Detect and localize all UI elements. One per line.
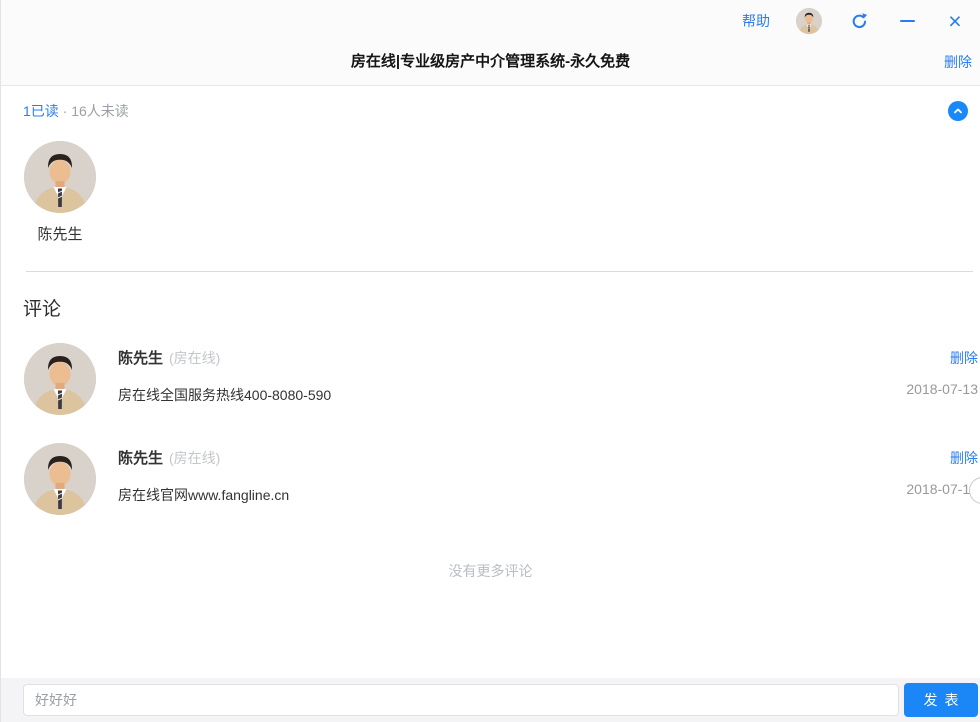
commenter-avatar[interactable]: [24, 443, 96, 515]
commenter-org: (房在线): [169, 350, 221, 366]
comment-text: 房在线全国服务热线400-8080-590: [118, 387, 332, 403]
no-more-comments-text: 没有更多评论: [448, 563, 533, 579]
user-avatar-image: [24, 443, 96, 515]
comment-item: 陈先生 (房在线) 房在线官网www.fangline.cn 删除 2018-07…: [24, 443, 980, 543]
delete-announcement-link[interactable]: 删除: [944, 42, 972, 82]
commenter-avatar[interactable]: [24, 343, 96, 415]
minimize-button[interactable]: [896, 10, 918, 32]
user-avatar-image: [24, 343, 96, 415]
titlebar-user-avatar[interactable]: [796, 8, 822, 34]
comment-date: 2018-07-13: [906, 381, 978, 397]
reader-avatar: [24, 141, 96, 213]
user-avatar-image: [796, 8, 822, 34]
titlebar-title-row: 房在线|专业级房产中介管理系统-永久免费 删除: [1, 42, 980, 85]
submit-comment-button[interactable]: 发表: [904, 683, 978, 717]
titlebar-controls-row: 帮助 ×: [1, 0, 980, 42]
close-button[interactable]: ×: [944, 8, 966, 34]
minimize-icon: [899, 19, 915, 23]
refresh-button[interactable]: [848, 10, 870, 32]
read-status-row: 1已读 · 16人未读: [1, 86, 980, 136]
comment-body: 陈先生 (房在线) 房在线全国服务热线400-8080-590: [118, 347, 860, 405]
user-avatar-image: [24, 141, 96, 213]
section-divider: [26, 271, 973, 272]
commenter-name-text: 陈先生: [118, 350, 164, 367]
announcement-window: 帮助 × 房在线|专业级房产中介管理系统-永久免费 删除 1已读 · 16人未读…: [0, 0, 980, 722]
delete-comment-link[interactable]: 删除: [906, 448, 978, 468]
reader-name: 陈先生: [37, 226, 83, 243]
comment-date: 2018-07-13: [906, 481, 978, 497]
commenter-name-text: 陈先生: [118, 450, 164, 467]
chevron-up-icon: [954, 108, 962, 114]
comment-body: 陈先生 (房在线) 房在线官网www.fangline.cn: [118, 447, 860, 505]
reader-item[interactable]: 陈先生: [23, 141, 97, 244]
refresh-icon: [852, 12, 867, 28]
titlebar: 帮助 × 房在线|专业级房产中介管理系统-永久免费 删除: [1, 0, 980, 86]
commenter-name: 陈先生 (房在线): [118, 347, 860, 368]
comment-composer-bar: 发表: [1, 678, 980, 722]
comment-text: 房在线官网www.fangline.cn: [118, 487, 290, 503]
delete-comment-link[interactable]: 删除: [906, 348, 978, 368]
comment-item: 陈先生 (房在线) 房在线全国服务热线400-8080-590 删除 2018-0…: [24, 343, 980, 443]
close-icon: ×: [948, 8, 962, 34]
read-count[interactable]: 1已读: [23, 103, 59, 119]
comment-meta: 删除 2018-07-13: [906, 448, 978, 497]
comment-input[interactable]: [23, 684, 899, 716]
collapse-button[interactable]: [948, 101, 968, 121]
read-status-text: 1已读 · 16人未读: [23, 101, 129, 121]
unread-count: · 16人未读: [58, 103, 129, 119]
commenter-name: 陈先生 (房在线): [118, 447, 860, 468]
help-link[interactable]: 帮助: [742, 11, 770, 31]
comment-meta: 删除 2018-07-13: [906, 348, 978, 397]
comments-heading: 评论: [23, 299, 62, 320]
page-title: 房在线|专业级房产中介管理系统-永久免费: [350, 53, 631, 70]
commenter-org: (房在线): [169, 450, 221, 466]
